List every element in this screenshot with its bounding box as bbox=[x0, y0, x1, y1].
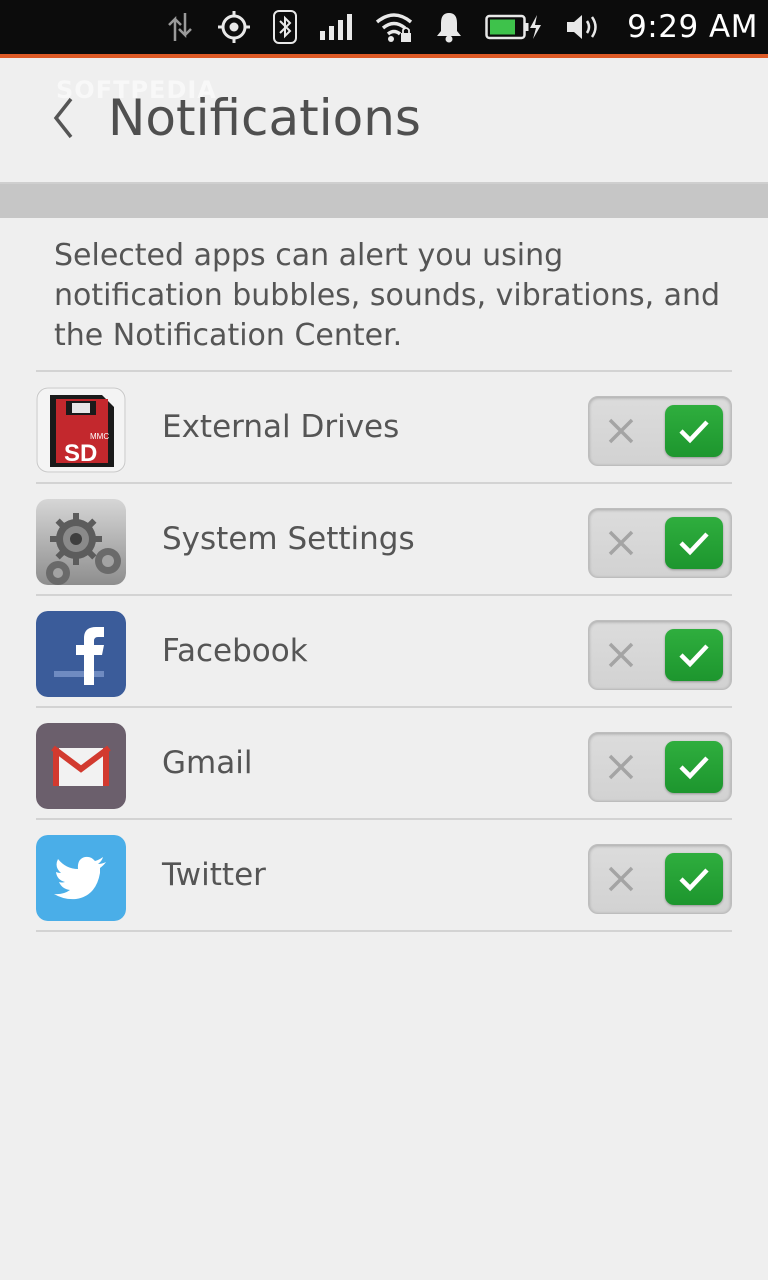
gears-icon bbox=[36, 499, 126, 585]
close-icon bbox=[608, 418, 634, 444]
battery-charging-icon bbox=[485, 0, 543, 54]
page-title: Notifications bbox=[108, 89, 421, 147]
checkmark-icon bbox=[679, 420, 709, 444]
section-band bbox=[0, 184, 768, 218]
notification-bell-icon bbox=[435, 0, 463, 54]
app-row-twitter: Twitter bbox=[36, 820, 732, 932]
status-bar: 9:29 AM bbox=[0, 0, 768, 54]
app-row-gmail: Gmail bbox=[36, 708, 732, 820]
toggle-knob bbox=[665, 853, 723, 905]
status-time: 9:29 AM bbox=[627, 9, 758, 45]
twitter-icon bbox=[36, 835, 126, 921]
checkmark-icon bbox=[679, 868, 709, 892]
sd-card-icon: SD MMC bbox=[36, 387, 126, 473]
app-label: Twitter bbox=[162, 857, 266, 893]
wifi-icon bbox=[375, 0, 413, 54]
notification-toggle-external-drives[interactable] bbox=[588, 396, 732, 466]
checkmark-icon bbox=[679, 532, 709, 556]
cell-signal-icon bbox=[319, 0, 353, 54]
app-row-facebook: Facebook bbox=[36, 596, 732, 708]
gmail-icon bbox=[36, 723, 126, 809]
toggle-knob bbox=[665, 517, 723, 569]
checkmark-icon bbox=[679, 756, 709, 780]
app-row-system-settings: System Settings bbox=[36, 484, 732, 596]
app-label: System Settings bbox=[162, 521, 415, 557]
back-button[interactable] bbox=[46, 88, 80, 148]
bluetooth-icon bbox=[273, 0, 298, 54]
data-transfer-icon bbox=[165, 0, 195, 54]
app-label: Gmail bbox=[162, 745, 253, 781]
status-icons: 9:29 AM bbox=[143, 0, 768, 54]
header: SOFTPEDIA Notifications bbox=[0, 58, 768, 182]
app-label: Facebook bbox=[162, 633, 308, 669]
toggle-knob bbox=[665, 741, 723, 793]
toggle-knob bbox=[665, 629, 723, 681]
notification-toggle-gmail[interactable] bbox=[588, 732, 732, 802]
notification-toggle-system-settings[interactable] bbox=[588, 508, 732, 578]
location-icon bbox=[217, 0, 251, 54]
app-row-external-drives: SD MMC External Drives bbox=[36, 372, 732, 484]
facebook-icon bbox=[36, 611, 126, 697]
checkmark-icon bbox=[679, 644, 709, 668]
chevron-left-icon bbox=[53, 97, 73, 139]
close-icon bbox=[608, 754, 634, 780]
svg-text:SD: SD bbox=[64, 440, 97, 467]
close-icon bbox=[608, 530, 634, 556]
description-text: Selected apps can alert you using notifi… bbox=[54, 238, 721, 353]
close-icon bbox=[608, 642, 634, 668]
volume-icon bbox=[565, 0, 601, 54]
app-label: External Drives bbox=[162, 409, 400, 445]
notification-toggle-facebook[interactable] bbox=[588, 620, 732, 690]
close-icon bbox=[608, 866, 634, 892]
toggle-knob bbox=[665, 405, 723, 457]
svg-text:MMC: MMC bbox=[90, 432, 109, 441]
notification-toggle-twitter[interactable] bbox=[588, 844, 732, 914]
